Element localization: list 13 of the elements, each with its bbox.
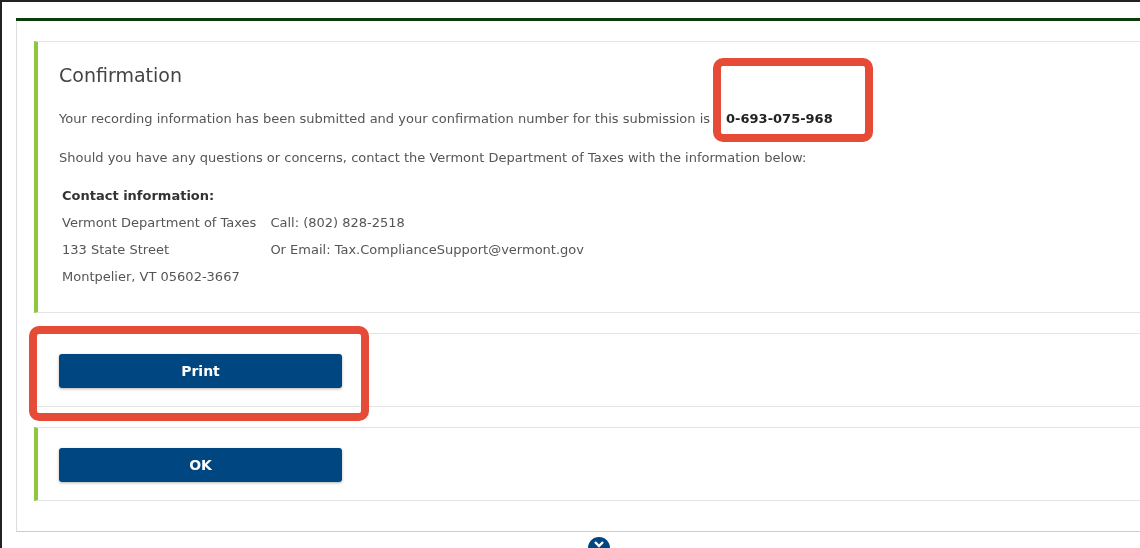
panel-title: Confirmation <box>59 64 183 86</box>
print-button[interactable]: Print <box>59 354 342 388</box>
confirmation-number: 0-693-075-968 <box>726 111 833 126</box>
address-line: Montpelier, VT 05602-3667 <box>62 268 241 286</box>
contact-line: Or Email: Tax.ComplianceSupport@vermont.gov <box>270 241 584 259</box>
contact-line: Call: (802) 828-2518 <box>270 214 406 232</box>
confirmation-message: Your recording information has been submitted and your confirmation number for this submission is <box>59 110 711 128</box>
collapse-icon[interactable] <box>587 536 611 548</box>
address-line: Vermont Department of Taxes <box>62 214 257 232</box>
ok-button[interactable]: OK <box>59 448 342 482</box>
contact-prompt: Should you have any questions or concerns, contact the Vermont Department of Taxes with the information below: <box>59 149 808 167</box>
contact-heading: Contact information: <box>62 188 216 203</box>
address-line: 133 State Street <box>62 241 170 259</box>
